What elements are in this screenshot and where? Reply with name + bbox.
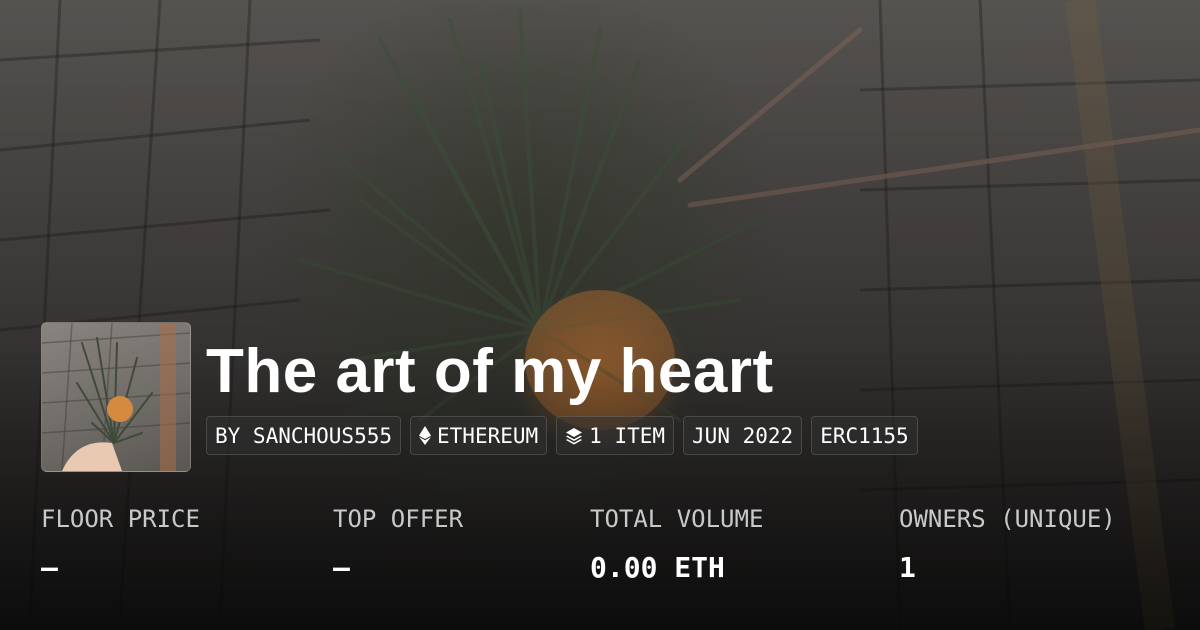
ethereum-icon [419, 426, 432, 445]
top-offer-value: — [333, 551, 350, 584]
created-date-label: JUN 2022 [692, 423, 794, 448]
total-volume-label: TOTAL VOLUME [590, 505, 764, 533]
floor-price-value: — [41, 551, 58, 584]
stack-layers-icon [565, 427, 583, 445]
token-standard-chip: ERC1155 [811, 416, 918, 455]
stat-floor-price: FLOOR PRICE — [41, 505, 200, 584]
collection-title: The art of my heart [206, 337, 774, 406]
created-date-chip: JUN 2022 [683, 416, 803, 455]
creator-chip[interactable]: BY SANCHOUS555 [206, 416, 402, 455]
stat-total-volume: TOTAL VOLUME 0.00 ETH [590, 505, 763, 584]
stat-top-offer: TOP OFFER — [333, 505, 463, 584]
item-count-label: 1 ITEM [589, 423, 666, 448]
item-count-chip: 1 ITEM [556, 416, 675, 455]
collection-meta-chips: BY SANCHOUS555 ETHEREUM 1 ITEM JUN 2022 … [206, 416, 918, 455]
token-standard-label: ERC1155 [820, 423, 909, 448]
floor-price-label: FLOOR PRICE [41, 505, 200, 533]
total-volume-value: 0.00 ETH [590, 551, 725, 584]
chain-chip: ETHEREUM [410, 416, 548, 455]
collection-avatar[interactable] [41, 322, 191, 472]
creator-label: BY SANCHOUS555 [215, 423, 393, 448]
stat-owners: OWNERS (UNIQUE) 1 [899, 505, 1116, 584]
chain-label: ETHEREUM [437, 423, 539, 448]
top-offer-label: TOP OFFER [333, 505, 464, 533]
owners-value: 1 [899, 551, 916, 584]
owners-label: OWNERS (UNIQUE) [899, 505, 1116, 533]
